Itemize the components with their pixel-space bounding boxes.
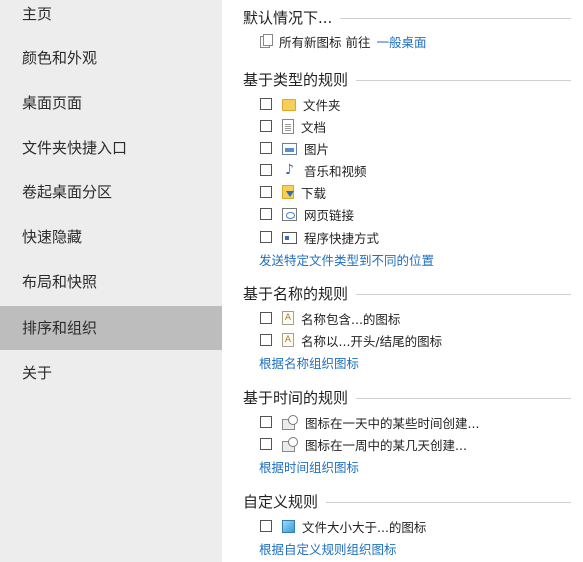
rule-row-time-of-day[interactable]: 图标在一天中的某些时间创建... [260, 412, 479, 432]
sidebar-item-colors-appearance[interactable]: 颜色和外观 [0, 36, 222, 80]
section-divider [356, 293, 571, 295]
rule-row-program-shortcuts[interactable]: 程序快捷方式 [260, 227, 379, 247]
section-divider [356, 79, 571, 81]
time-rules-link[interactable]: 根据时间组织图标 [259, 457, 359, 476]
document-icon [282, 118, 294, 134]
name-rules-link[interactable]: 根据名称组织图标 [259, 353, 359, 372]
sidebar-item-rollup-fences[interactable]: 卷起桌面分区 [0, 170, 222, 214]
rule-label: 下载 [301, 185, 327, 201]
rule-label: 名称以...开头/结尾的图标 [301, 333, 443, 349]
rule-label: 图标在一周中的某几天创建... [305, 437, 467, 453]
sidebar-item-about[interactable]: 关于 [0, 351, 222, 395]
rule-row-folders[interactable]: 文件夹 [260, 94, 341, 114]
rule-checkbox[interactable] [260, 334, 272, 346]
rule-checkbox[interactable] [260, 142, 272, 154]
section-divider [340, 17, 571, 19]
rule-checkbox[interactable] [260, 312, 272, 324]
music-note-icon: ♪ [285, 161, 294, 178]
sidebar: 主页 颜色和外观 桌面页面 文件夹快捷入口 卷起桌面分区 快速隐藏 布局和快照 … [0, 0, 222, 562]
rule-label: 音乐和视频 [304, 163, 367, 179]
rule-row-documents[interactable]: 文档 [260, 116, 326, 136]
rule-checkbox[interactable] [260, 438, 272, 450]
text-file-icon: A [282, 311, 294, 325]
rule-checkbox[interactable] [260, 231, 272, 243]
rule-label: 文件夹 [303, 97, 341, 113]
section-divider [326, 501, 571, 503]
rule-checkbox[interactable] [260, 164, 272, 176]
picture-icon [282, 143, 297, 155]
folder-icon [282, 99, 296, 111]
rule-checkbox[interactable] [260, 416, 272, 428]
text-file-icon: A [282, 333, 294, 347]
rule-row-downloads[interactable]: 下载 [260, 182, 326, 202]
rule-row-web-links[interactable]: 网页链接 [260, 204, 354, 224]
sidebar-item-desktop-pages[interactable]: 桌面页面 [0, 81, 222, 125]
clock-calendar-icon [282, 415, 298, 430]
default-destination-text: 所有新图标 前往 [279, 34, 371, 50]
rule-label: 文档 [301, 119, 327, 135]
rule-label: 网页链接 [304, 207, 355, 223]
rule-checkbox[interactable] [260, 208, 272, 220]
section-time-rules-header: 基于时间的规则 [243, 387, 571, 407]
rule-label: 文件大小大于...的图标 [302, 519, 427, 535]
section-custom-rules-header: 自定义规则 [243, 491, 571, 511]
section-name-rules-header: 基于名称的规则 [243, 283, 571, 303]
stacked-pages-icon [260, 34, 273, 48]
rule-label: 程序快捷方式 [304, 230, 380, 246]
general-desktop-link[interactable]: 一般桌面 [376, 32, 426, 51]
sidebar-item-layout-snapshots[interactable]: 布局和快照 [0, 260, 222, 304]
rule-checkbox[interactable] [260, 520, 272, 532]
rule-row-day-of-week[interactable]: 图标在一周中的某几天创建... [260, 434, 467, 454]
sidebar-item-sort-organize[interactable]: 排序和组织 [0, 306, 222, 350]
rule-checkbox[interactable] [260, 120, 272, 132]
default-destination-row: 所有新图标 前往 一般桌面 [260, 31, 427, 51]
rule-label: 图标在一天中的某些时间创建... [305, 415, 480, 431]
rule-row-name-starts-ends[interactable]: A 名称以...开头/结尾的图标 [260, 330, 442, 350]
section-time-rules-title: 基于时间的规则 [243, 388, 349, 407]
rule-label: 名称包含...的图标 [301, 311, 401, 327]
section-default-title: 默认情况下... [243, 8, 333, 27]
cube-icon [282, 520, 295, 533]
custom-rules-link[interactable]: 根据自定义规则组织图标 [259, 539, 397, 558]
section-default-header: 默认情况下... [243, 7, 571, 27]
web-link-icon [282, 208, 297, 221]
main-panel: 默认情况下... 所有新图标 前往 一般桌面 基于类型的规则 文件夹 文档 图片… [222, 0, 583, 562]
section-custom-rules-title: 自定义规则 [243, 492, 319, 511]
sidebar-item-quick-hide[interactable]: 快速隐藏 [0, 215, 222, 259]
section-divider [356, 397, 571, 399]
program-shortcut-icon [282, 232, 297, 244]
rule-row-music-video[interactable]: ♪ 音乐和视频 [260, 160, 367, 180]
sidebar-item-home[interactable]: 主页 [0, 0, 222, 36]
sidebar-item-folder-portals[interactable]: 文件夹快捷入口 [0, 126, 222, 170]
download-folder-icon [282, 185, 294, 199]
section-type-rules-header: 基于类型的规则 [243, 69, 571, 89]
rule-checkbox[interactable] [260, 98, 272, 110]
rule-checkbox[interactable] [260, 186, 272, 198]
rule-label: 图片 [304, 141, 330, 157]
rule-row-pictures[interactable]: 图片 [260, 138, 329, 158]
clock-calendar-icon [282, 437, 298, 452]
section-name-rules-title: 基于名称的规则 [243, 284, 349, 303]
rule-row-file-size[interactable]: 文件大小大于...的图标 [260, 516, 426, 536]
section-type-rules-title: 基于类型的规则 [243, 70, 349, 89]
rule-row-name-contains[interactable]: A 名称包含...的图标 [260, 308, 400, 328]
type-rules-link[interactable]: 发送特定文件类型到不同的位置 [259, 250, 434, 269]
